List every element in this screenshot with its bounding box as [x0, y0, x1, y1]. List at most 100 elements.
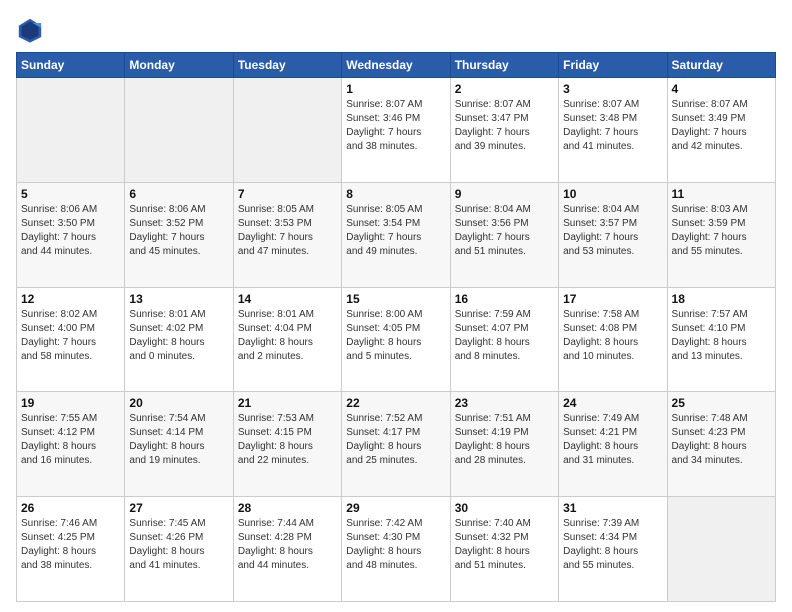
logo-icon [16, 16, 44, 44]
day-number: 23 [455, 396, 554, 410]
day-info: Sunrise: 8:04 AM Sunset: 3:57 PM Dayligh… [563, 203, 662, 259]
day-number: 1 [346, 82, 445, 96]
day-number: 12 [21, 292, 120, 306]
day-header-friday: Friday [559, 53, 667, 78]
day-info: Sunrise: 8:07 AM Sunset: 3:48 PM Dayligh… [563, 98, 662, 154]
day-cell: 5 Sunrise: 8:06 AM Sunset: 3:50 PM Daylig… [17, 182, 125, 287]
day-info: Sunrise: 8:03 AM Sunset: 3:59 PM Dayligh… [672, 203, 771, 259]
day-info: Sunrise: 7:52 AM Sunset: 4:17 PM Dayligh… [346, 412, 445, 468]
day-info: Sunrise: 8:06 AM Sunset: 3:52 PM Dayligh… [129, 203, 228, 259]
day-number: 8 [346, 187, 445, 201]
day-info: Sunrise: 8:05 AM Sunset: 3:53 PM Dayligh… [238, 203, 337, 259]
day-number: 31 [563, 501, 662, 515]
day-cell: 17Sunrise: 7:58 AM Sunset: 4:08 PM Dayli… [559, 287, 667, 392]
day-info: Sunrise: 8:07 AM Sunset: 3:46 PM Dayligh… [346, 98, 445, 154]
day-cell: 20 Sunrise: 7:54 AM Sunset: 4:14 PM Dayli… [125, 392, 233, 497]
day-info: Sunrise: 8:02 AM Sunset: 4:00 PM Dayligh… [21, 308, 120, 364]
day-number: 2 [455, 82, 554, 96]
day-info: Sunrise: 8:05 AM Sunset: 3:54 PM Dayligh… [346, 203, 445, 259]
day-cell [667, 497, 775, 602]
day-cell: 8 Sunrise: 8:05 AM Sunset: 3:54 PM Daylig… [342, 182, 450, 287]
day-cell: 27 Sunrise: 7:45 AM Sunset: 4:26 PM Dayli… [125, 497, 233, 602]
day-number: 14 [238, 292, 337, 306]
day-info: Sunrise: 7:48 AM Sunset: 4:23 PM Dayligh… [672, 412, 771, 468]
day-number: 22 [346, 396, 445, 410]
day-cell: 9 Sunrise: 8:04 AM Sunset: 3:56 PM Daylig… [450, 182, 558, 287]
week-row-5: 26Sunrise: 7:46 AM Sunset: 4:25 PM Dayli… [17, 497, 776, 602]
day-number: 29 [346, 501, 445, 515]
day-cell: 15 Sunrise: 8:00 AM Sunset: 4:05 PM Dayli… [342, 287, 450, 392]
day-number: 18 [672, 292, 771, 306]
day-info: Sunrise: 8:00 AM Sunset: 4:05 PM Dayligh… [346, 308, 445, 364]
day-cell: 1 Sunrise: 8:07 AM Sunset: 3:46 PM Daylig… [342, 78, 450, 183]
day-info: Sunrise: 8:04 AM Sunset: 3:56 PM Dayligh… [455, 203, 554, 259]
day-number: 28 [238, 501, 337, 515]
day-number: 9 [455, 187, 554, 201]
day-info: Sunrise: 7:44 AM Sunset: 4:28 PM Dayligh… [238, 517, 337, 573]
day-header-wednesday: Wednesday [342, 53, 450, 78]
day-number: 15 [346, 292, 445, 306]
header-row: SundayMondayTuesdayWednesdayThursdayFrid… [17, 53, 776, 78]
day-cell: 7 Sunrise: 8:05 AM Sunset: 3:53 PM Daylig… [233, 182, 341, 287]
day-cell: 21 Sunrise: 7:53 AM Sunset: 4:15 PM Dayli… [233, 392, 341, 497]
day-info: Sunrise: 8:07 AM Sunset: 3:49 PM Dayligh… [672, 98, 771, 154]
calendar: SundayMondayTuesdayWednesdayThursdayFrid… [16, 52, 776, 602]
day-info: Sunrise: 7:53 AM Sunset: 4:15 PM Dayligh… [238, 412, 337, 468]
day-info: Sunrise: 7:40 AM Sunset: 4:32 PM Dayligh… [455, 517, 554, 573]
week-row-4: 19 Sunrise: 7:55 AM Sunset: 4:12 PM Dayli… [17, 392, 776, 497]
day-cell: 23Sunrise: 7:51 AM Sunset: 4:19 PM Dayli… [450, 392, 558, 497]
day-number: 5 [21, 187, 120, 201]
day-cell [125, 78, 233, 183]
day-number: 24 [563, 396, 662, 410]
day-info: Sunrise: 7:55 AM Sunset: 4:12 PM Dayligh… [21, 412, 120, 468]
day-number: 19 [21, 396, 120, 410]
calendar-body: 1 Sunrise: 8:07 AM Sunset: 3:46 PM Daylig… [17, 78, 776, 602]
day-info: Sunrise: 8:07 AM Sunset: 3:47 PM Dayligh… [455, 98, 554, 154]
day-cell: 25 Sunrise: 7:48 AM Sunset: 4:23 PM Dayli… [667, 392, 775, 497]
day-cell: 24Sunrise: 7:49 AM Sunset: 4:21 PM Dayli… [559, 392, 667, 497]
day-cell: 10Sunrise: 8:04 AM Sunset: 3:57 PM Dayli… [559, 182, 667, 287]
calendar-header: SundayMondayTuesdayWednesdayThursdayFrid… [17, 53, 776, 78]
day-cell: 4 Sunrise: 8:07 AM Sunset: 3:49 PM Daylig… [667, 78, 775, 183]
week-row-2: 5 Sunrise: 8:06 AM Sunset: 3:50 PM Daylig… [17, 182, 776, 287]
day-cell: 12 Sunrise: 8:02 AM Sunset: 4:00 PM Dayli… [17, 287, 125, 392]
day-number: 30 [455, 501, 554, 515]
header [16, 16, 776, 44]
day-number: 7 [238, 187, 337, 201]
day-info: Sunrise: 8:06 AM Sunset: 3:50 PM Dayligh… [21, 203, 120, 259]
day-number: 16 [455, 292, 554, 306]
day-cell: 18 Sunrise: 7:57 AM Sunset: 4:10 PM Dayli… [667, 287, 775, 392]
day-info: Sunrise: 7:45 AM Sunset: 4:26 PM Dayligh… [129, 517, 228, 573]
day-number: 25 [672, 396, 771, 410]
day-info: Sunrise: 8:01 AM Sunset: 4:04 PM Dayligh… [238, 308, 337, 364]
day-number: 27 [129, 501, 228, 515]
day-header-saturday: Saturday [667, 53, 775, 78]
day-cell: 30 Sunrise: 7:40 AM Sunset: 4:32 PM Dayli… [450, 497, 558, 602]
day-number: 11 [672, 187, 771, 201]
day-header-monday: Monday [125, 53, 233, 78]
day-info: Sunrise: 7:39 AM Sunset: 4:34 PM Dayligh… [563, 517, 662, 573]
day-number: 4 [672, 82, 771, 96]
day-info: Sunrise: 7:57 AM Sunset: 4:10 PM Dayligh… [672, 308, 771, 364]
day-info: Sunrise: 7:58 AM Sunset: 4:08 PM Dayligh… [563, 308, 662, 364]
day-info: Sunrise: 8:01 AM Sunset: 4:02 PM Dayligh… [129, 308, 228, 364]
week-row-1: 1 Sunrise: 8:07 AM Sunset: 3:46 PM Daylig… [17, 78, 776, 183]
day-info: Sunrise: 7:54 AM Sunset: 4:14 PM Dayligh… [129, 412, 228, 468]
day-cell: 6 Sunrise: 8:06 AM Sunset: 3:52 PM Daylig… [125, 182, 233, 287]
day-cell: 2 Sunrise: 8:07 AM Sunset: 3:47 PM Daylig… [450, 78, 558, 183]
day-info: Sunrise: 7:59 AM Sunset: 4:07 PM Dayligh… [455, 308, 554, 364]
day-cell: 11 Sunrise: 8:03 AM Sunset: 3:59 PM Dayli… [667, 182, 775, 287]
week-row-3: 12 Sunrise: 8:02 AM Sunset: 4:00 PM Dayli… [17, 287, 776, 392]
day-number: 26 [21, 501, 120, 515]
page: SundayMondayTuesdayWednesdayThursdayFrid… [0, 0, 792, 612]
logo [16, 16, 48, 44]
day-cell: 19 Sunrise: 7:55 AM Sunset: 4:12 PM Dayli… [17, 392, 125, 497]
day-cell: 28 Sunrise: 7:44 AM Sunset: 4:28 PM Dayli… [233, 497, 341, 602]
day-cell [233, 78, 341, 183]
day-header-tuesday: Tuesday [233, 53, 341, 78]
day-number: 21 [238, 396, 337, 410]
day-header-sunday: Sunday [17, 53, 125, 78]
day-cell: 14 Sunrise: 8:01 AM Sunset: 4:04 PM Dayli… [233, 287, 341, 392]
day-number: 6 [129, 187, 228, 201]
day-number: 20 [129, 396, 228, 410]
